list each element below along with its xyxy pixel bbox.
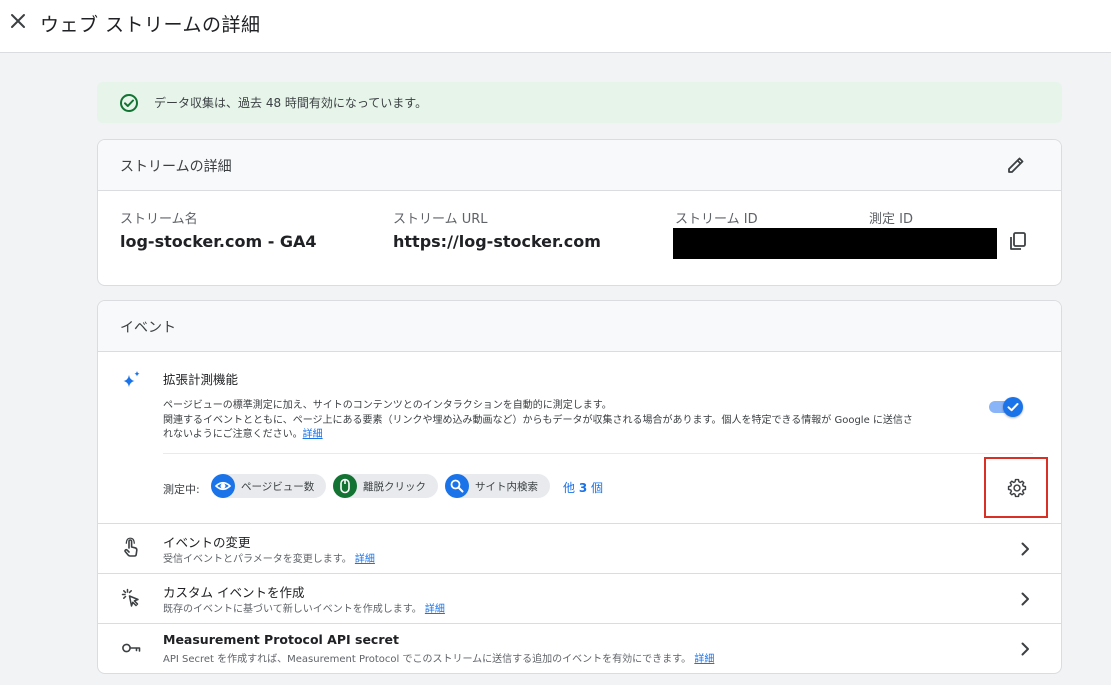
enhanced-measurement-title: 拡張計測機能 [163, 372, 239, 387]
stream-details-card: ストリームの詳細 ストリーム名 log-stocker.com - GA4 スト… [97, 139, 1062, 286]
top-bar: ウェブ ストリームの詳細 [0, 0, 1111, 53]
details-link[interactable]: 詳細 [425, 604, 445, 615]
modify-events-row[interactable]: イベントの変更 受信イベントとパラメータを変更します。 詳細 [98, 524, 1061, 574]
stream-details-header: ストリームの詳細 [98, 140, 1061, 191]
more-events-link[interactable]: 他 3 個 [563, 479, 603, 496]
search-icon [445, 474, 469, 498]
events-header: イベント [98, 301, 1061, 352]
check-circle-icon [120, 94, 138, 112]
page-title: ウェブ ストリームの詳細 [40, 14, 261, 36]
divider [163, 453, 1033, 454]
gear-icon[interactable] [1006, 477, 1028, 499]
details-link[interactable]: 詳細 [694, 654, 714, 665]
events-card: イベント 拡張計測機能 ページビューの標準測定に加え、サイトのコンテンツとのイン… [97, 300, 1062, 674]
more-suffix: 個 [587, 481, 604, 495]
enhanced-measurement-section: 拡張計測機能 ページビューの標準測定に加え、サイトのコンテンツとのインタラクショ… [98, 353, 1061, 524]
status-banner: データ収集は、過去 48 時間有効になっています。 [97, 82, 1062, 123]
copy-icon[interactable] [1007, 230, 1029, 252]
enhanced-measurement-description: ページビューの標準測定に加え、サイトのコンテンツとのインタラクションを自動的に測… [163, 399, 993, 443]
sparkle-icon [123, 371, 140, 387]
check-icon [1007, 403, 1019, 412]
chip-label: サイト内検索 [475, 481, 538, 493]
row-description-text: 既存のイベントに基づいて新しいイベントを作成します。 [163, 604, 422, 615]
more-prefix: 他 [563, 481, 579, 495]
measurement-protocol-row[interactable]: Measurement Protocol API secret API Secr… [98, 624, 1061, 673]
chip-page-views: ページビュー数 [211, 474, 326, 498]
chip-outbound-clicks: 離脱クリック [333, 474, 438, 498]
stream-name-value: log-stocker.com - GA4 [120, 232, 317, 251]
details-link[interactable]: 詳細 [355, 554, 375, 565]
sparkle-click-icon [121, 588, 139, 607]
description-text: れないようにご注意ください。 [163, 429, 303, 440]
description-line: れないようにご注意ください。詳細 [163, 428, 993, 443]
chip-label: ページビュー数 [241, 481, 315, 493]
events-title: イベント [120, 320, 176, 336]
more-count: 3 [578, 481, 588, 495]
stream-url-label: ストリーム URL [393, 212, 488, 227]
row-description: API Secret を作成すれば、Measurement Protocol で… [163, 650, 714, 665]
measurement-id-label: 測定 ID [869, 212, 913, 227]
description-line: ページビューの標準測定に加え、サイトのコンテンツとのインタラクションを自動的に測… [163, 400, 612, 411]
chevron-right-icon [1021, 642, 1029, 656]
row-title: イベントの変更 [163, 535, 251, 550]
chip-site-search: サイト内検索 [445, 474, 550, 498]
create-event-row[interactable]: カスタム イベントを作成 既存のイベントに基づいて新しいイベントを作成します。 … [98, 574, 1061, 624]
chevron-right-icon [1021, 592, 1029, 606]
toggle-knob [1003, 397, 1023, 417]
details-link[interactable]: 詳細 [303, 429, 323, 440]
status-banner-text: データ収集は、過去 48 時間有効になっています。 [154, 96, 428, 110]
stream-details-title: ストリームの詳細 [120, 159, 232, 175]
row-description-text: API Secret を作成すれば、Measurement Protocol で… [163, 654, 692, 665]
chip-label: 離脱クリック [363, 481, 426, 493]
close-icon[interactable] [8, 11, 28, 31]
row-title: Measurement Protocol API secret [163, 632, 399, 647]
stream-url-value: https://log-stocker.com [393, 232, 601, 251]
row-description-text: 受信イベントとパラメータを変更します。 [163, 554, 352, 565]
touch-icon [124, 537, 138, 557]
description-line: 関連するイベントとともに、ページ上にある要素（リンクや埋め込み動画など）からもデ… [163, 414, 913, 426]
row-title: カスタム イベントを作成 [163, 585, 305, 600]
row-description: 受信イベントとパラメータを変更します。 詳細 [163, 550, 375, 565]
pencil-icon[interactable] [1005, 154, 1027, 176]
chevron-right-icon [1021, 542, 1029, 556]
stream-name-label: ストリーム名 [120, 212, 198, 227]
eye-icon [211, 474, 235, 498]
enhanced-measurement-toggle[interactable] [989, 395, 1023, 417]
redacted-ids [673, 228, 997, 259]
mouse-icon [333, 474, 357, 498]
measuring-label: 測定中: [163, 483, 200, 496]
row-description: 既存のイベントに基づいて新しいイベントを作成します。 詳細 [163, 600, 445, 615]
stream-id-label: ストリーム ID [675, 212, 758, 227]
key-icon [122, 643, 141, 653]
